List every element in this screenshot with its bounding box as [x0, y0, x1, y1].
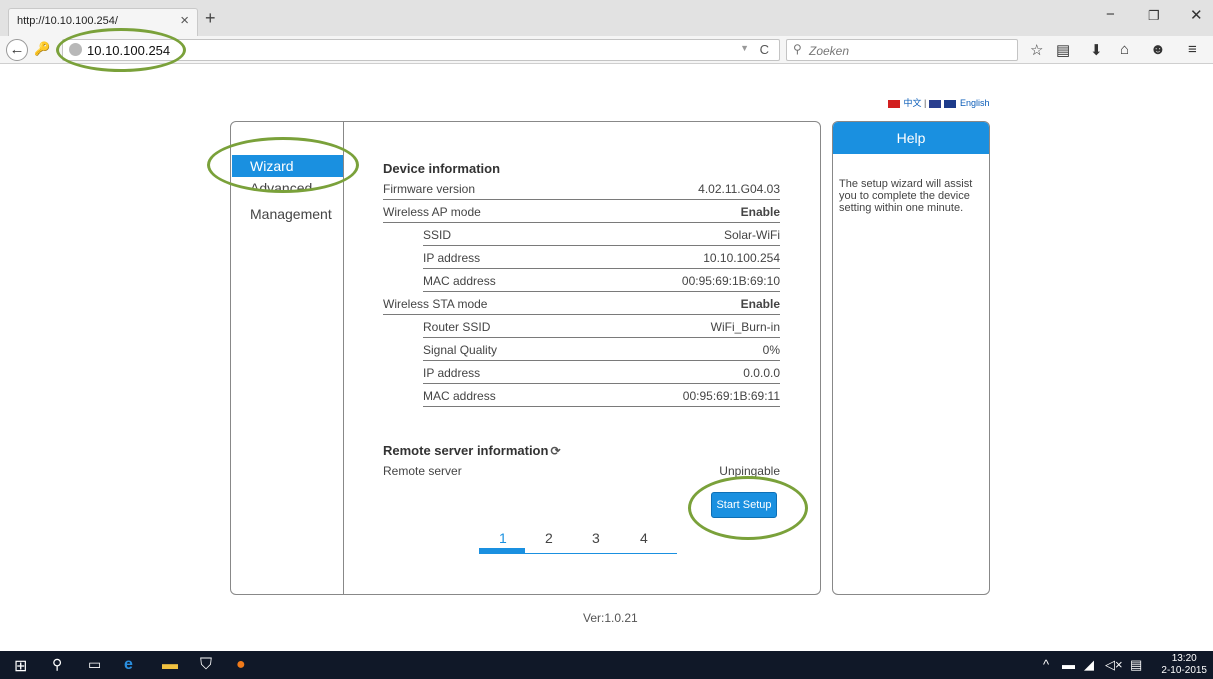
info-row-sta-mode: Wireless STA mode Enable — [383, 293, 780, 315]
taskbar-clock[interactable]: 13:20 2-10-2015 — [1161, 653, 1207, 677]
annotation-ring-start-setup — [688, 476, 808, 540]
wizard-steps: 1 2 3 4 — [479, 528, 677, 554]
row-value: 0% — [762, 343, 780, 357]
close-window-icon[interactable]: ✕ — [1190, 6, 1203, 24]
info-row-ap-mode: Wireless AP mode Enable — [383, 201, 780, 223]
home-icon[interactable]: ⌂ — [1120, 41, 1129, 58]
volume-icon[interactable]: ◁× — [1105, 657, 1123, 673]
row-label: Wireless STA mode — [383, 297, 488, 311]
row-label: Router SSID — [423, 320, 491, 334]
row-value: 10.10.100.254 — [703, 251, 780, 265]
notification-icon[interactable]: ▤ — [1130, 657, 1142, 673]
tray-chevron-icon[interactable]: ^ — [1043, 657, 1049, 672]
remote-server-title-text: Remote server information — [383, 443, 549, 458]
back-button[interactable]: ← — [6, 39, 28, 61]
row-label: Signal Quality — [423, 343, 498, 357]
active-step-indicator — [479, 548, 525, 554]
key-icon[interactable]: 🔑 — [34, 41, 50, 57]
new-tab-button[interactable]: + — [205, 8, 216, 29]
reload-icon[interactable]: C — [760, 42, 769, 57]
store-icon[interactable]: ⛉ — [200, 656, 212, 674]
refresh-icon[interactable]: ⟳ — [550, 444, 560, 458]
step-2[interactable]: 2 — [545, 530, 553, 546]
sidebar-item-management[interactable]: Management — [232, 203, 343, 225]
row-value: 0.0.0.0 — [743, 366, 780, 380]
clock-time: 13:20 — [1171, 653, 1197, 664]
step-1[interactable]: 1 — [499, 530, 507, 546]
annotation-ring-url — [56, 28, 186, 72]
info-row-signal: Signal Quality 0% — [423, 339, 780, 361]
chat-icon[interactable]: ☻ — [1150, 41, 1166, 58]
search-placeholder: Zoeken — [809, 44, 850, 58]
info-row-sta-ip: IP address 0.0.0.0 — [423, 362, 780, 384]
minimize-icon[interactable]: − — [1106, 6, 1115, 23]
sidebar-divider — [343, 122, 344, 594]
windows-start-icon[interactable]: ⊞ — [14, 656, 27, 676]
help-title: Help — [833, 122, 989, 154]
restore-icon[interactable]: ❐ — [1148, 8, 1160, 24]
row-label: IP address — [423, 251, 481, 265]
row-label: MAC address — [423, 274, 496, 288]
row-label: SSID — [423, 228, 452, 242]
row-label: IP address — [423, 366, 481, 380]
download-icon[interactable]: ⬇ — [1090, 41, 1103, 59]
tab-strip: http://10.10.100.254/ × + − ❐ ✕ — [0, 0, 1213, 36]
url-dropdown-icon[interactable]: ▼ — [740, 43, 749, 53]
info-row-ssid: SSID Solar-WiFi — [423, 224, 780, 246]
help-text: The setup wizard will assist you to comp… — [839, 178, 973, 214]
step-4[interactable]: 4 — [640, 530, 648, 546]
row-value: 00:95:69:1B:69:10 — [681, 274, 780, 288]
row-value: Enable — [740, 205, 780, 219]
search-icon: ⚲ — [793, 42, 802, 56]
language-chinese[interactable]: 中文 — [904, 98, 922, 108]
remote-server-label: Remote server — [383, 464, 462, 478]
file-explorer-icon[interactable]: ▬ — [162, 656, 178, 674]
info-row-ap-mac: MAC address 00:95:69:1B:69:10 — [423, 270, 780, 292]
remote-server-row: Remote server Unpingable — [383, 464, 780, 478]
tab-title: http://10.10.100.254/ — [17, 15, 118, 27]
language-selector: 中文 | English — [888, 96, 989, 109]
language-english[interactable]: English — [960, 98, 990, 108]
step-3[interactable]: 3 — [592, 530, 600, 546]
device-info-title: Device information — [383, 161, 501, 176]
info-row-firmware: Firmware version 4.02.11.G04.03 — [383, 178, 780, 200]
row-label: MAC address — [423, 389, 496, 403]
battery-icon[interactable]: ▬ — [1062, 657, 1075, 672]
row-value: 00:95:69:1B:69:11 — [682, 389, 780, 403]
row-value: WiFi_Burn-in — [710, 320, 780, 334]
china-flag-icon — [888, 99, 900, 108]
screen: http://10.10.100.254/ × + − ❐ ✕ ← 🔑 10.1… — [0, 0, 1213, 679]
firefox-icon[interactable]: ● — [236, 656, 246, 674]
row-value: Enable — [740, 297, 780, 311]
info-row-ap-ip: IP address 10.10.100.254 — [423, 247, 780, 269]
edge-icon[interactable]: e — [124, 656, 133, 674]
help-panel: Help The setup wizard will assist you to… — [832, 121, 990, 595]
row-label: Wireless AP mode — [383, 205, 481, 219]
remote-server-title: Remote server information ⟳ — [383, 443, 561, 458]
tab-close-icon[interactable]: × — [180, 12, 189, 29]
info-row-router-ssid: Router SSID WiFi_Burn-in — [423, 316, 780, 338]
clock-date: 2-10-2015 — [1161, 665, 1207, 676]
reader-icon[interactable]: ▤ — [1056, 41, 1070, 59]
us-flag-icon — [928, 99, 941, 108]
taskbar: ⊞ ⚲ ▭ e ▬ ⛉ ● ^ ▬ ◢ ◁× ▤ 13:20 2-10-2015 — [0, 651, 1213, 679]
search-bar[interactable]: ⚲ Zoeken — [786, 39, 1018, 61]
row-label: Firmware version — [383, 182, 476, 196]
annotation-ring-wizard — [207, 137, 359, 193]
menu-icon[interactable]: ≡ — [1188, 41, 1197, 58]
taskbar-search-icon[interactable]: ⚲ — [52, 656, 62, 673]
star-icon[interactable]: ☆ — [1030, 41, 1043, 59]
task-view-icon[interactable]: ▭ — [88, 656, 101, 673]
version-label: Ver:1.0.21 — [583, 611, 638, 625]
row-value: Solar-WiFi — [724, 228, 780, 242]
row-value: 4.02.11.G04.03 — [698, 182, 780, 196]
wifi-icon[interactable]: ◢ — [1084, 657, 1094, 673]
info-row-sta-mac: MAC address 00:95:69:1B:69:11 — [423, 385, 780, 407]
uk-flag-icon — [944, 99, 957, 108]
language-separator: | — [924, 98, 927, 108]
